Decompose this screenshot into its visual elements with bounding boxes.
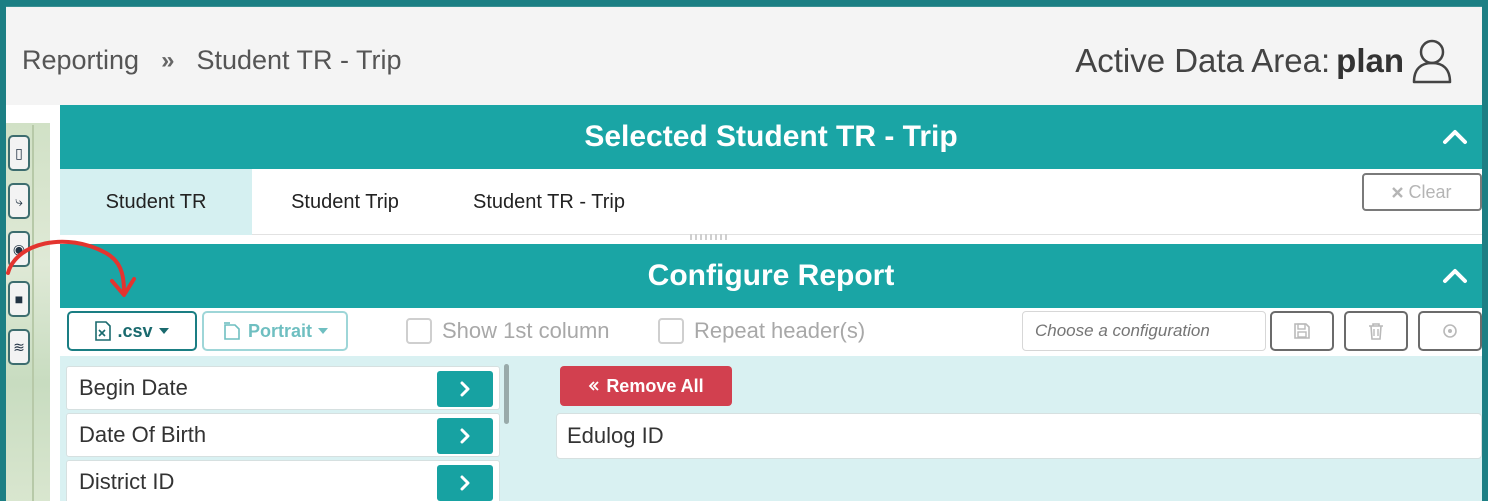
- chevron-up-icon[interactable]: [1442, 262, 1468, 288]
- breadcrumb-separator: »: [161, 46, 175, 74]
- selected-panel-title: Selected Student TR - Trip: [584, 120, 958, 153]
- available-field-label: District ID: [79, 469, 175, 494]
- app-frame: Reporting » Student TR - Trip Active Dat…: [6, 6, 1482, 501]
- format-label: .csv: [117, 320, 153, 341]
- reset-icon: [1443, 324, 1457, 338]
- repeat-header-option[interactable]: Repeat header(s): [658, 318, 865, 344]
- show-first-column-label: Show 1st column: [442, 318, 610, 343]
- orientation-label: Portrait: [247, 320, 312, 341]
- active-data-area: Active Data Area: plan: [1075, 37, 1454, 85]
- user-icon[interactable]: [1410, 37, 1454, 85]
- save-icon: [1294, 323, 1310, 339]
- fields-scrollbar[interactable]: [504, 364, 509, 424]
- tab-student-tr[interactable]: Student TR: [60, 169, 252, 235]
- configure-toolbar: .csv Portrait Show 1st column Repeat hea…: [60, 308, 1482, 356]
- selected-field-row[interactable]: Edulog ID: [556, 413, 1482, 459]
- clear-button[interactable]: Clear: [1362, 173, 1482, 211]
- remove-all-label: Remove All: [606, 375, 704, 396]
- map-book-tool-icon[interactable]: ▯: [8, 135, 30, 171]
- show-first-column-checkbox[interactable]: [406, 318, 432, 344]
- caret-down-icon: [158, 328, 169, 334]
- available-field-label: Date Of Birth: [79, 422, 207, 447]
- chevron-up-icon[interactable]: [1442, 123, 1468, 149]
- breadcrumb-current: Student TR - Trip: [196, 45, 402, 75]
- reset-config-button[interactable]: [1418, 311, 1482, 351]
- add-field-button[interactable]: [437, 418, 493, 454]
- active-area-value: plan: [1336, 42, 1404, 79]
- delete-config-button[interactable]: [1344, 311, 1408, 351]
- trash-icon: [1369, 323, 1383, 340]
- active-area-label: Active Data Area:: [1075, 42, 1331, 79]
- map-route-tool-icon[interactable]: ⤷: [8, 183, 30, 219]
- clear-button-label: Clear: [1408, 181, 1452, 202]
- repeat-header-label: Repeat header(s): [694, 318, 866, 343]
- annotation-arrow-icon: [6, 239, 136, 297]
- selected-tabs: Student TR Student Trip Student TR - Tri…: [60, 169, 1482, 235]
- save-config-button[interactable]: [1270, 311, 1334, 351]
- breadcrumb-reporting[interactable]: Reporting: [22, 45, 139, 76]
- add-field-button[interactable]: [437, 465, 493, 501]
- available-field-row: Begin Date: [66, 366, 500, 410]
- excel-file-icon: [95, 321, 112, 341]
- remove-all-button[interactable]: Remove All: [560, 366, 732, 406]
- add-field-button[interactable]: [437, 371, 493, 407]
- available-field-label: Begin Date: [79, 375, 188, 400]
- caret-down-icon: [318, 328, 328, 334]
- map-layers-tool-icon[interactable]: ≋: [8, 329, 30, 365]
- configure-panel-title: Configure Report: [647, 259, 895, 292]
- double-left-icon: [589, 381, 599, 391]
- repeat-header-checkbox[interactable]: [658, 318, 684, 344]
- configuration-input[interactable]: [1022, 311, 1266, 351]
- show-first-column-option[interactable]: Show 1st column: [406, 318, 610, 344]
- chevron-right-icon: [460, 428, 470, 444]
- field-selection-area: Begin Date Date Of Birth District ID Rem…: [60, 356, 1482, 501]
- breadcrumb: Reporting » Student TR - Trip: [22, 45, 402, 76]
- chevron-right-icon: [460, 475, 470, 491]
- resize-handle[interactable]: [690, 234, 730, 240]
- available-field-row: Date Of Birth: [66, 413, 500, 457]
- tab-student-tr-trip[interactable]: Student TR - Trip: [456, 169, 642, 235]
- portrait-page-icon: [223, 322, 240, 340]
- map-strip-top: [6, 105, 50, 123]
- orientation-dropdown[interactable]: Portrait: [202, 311, 348, 351]
- configure-panel-header[interactable]: Configure Report: [60, 244, 1482, 308]
- close-icon: [1392, 186, 1404, 198]
- available-field-row: District ID: [66, 460, 500, 501]
- selected-panel-header[interactable]: Selected Student TR - Trip: [60, 105, 1482, 169]
- tab-student-trip[interactable]: Student Trip: [270, 169, 420, 235]
- top-bar: Reporting » Student TR - Trip Active Dat…: [6, 7, 1482, 105]
- chevron-right-icon: [460, 381, 470, 397]
